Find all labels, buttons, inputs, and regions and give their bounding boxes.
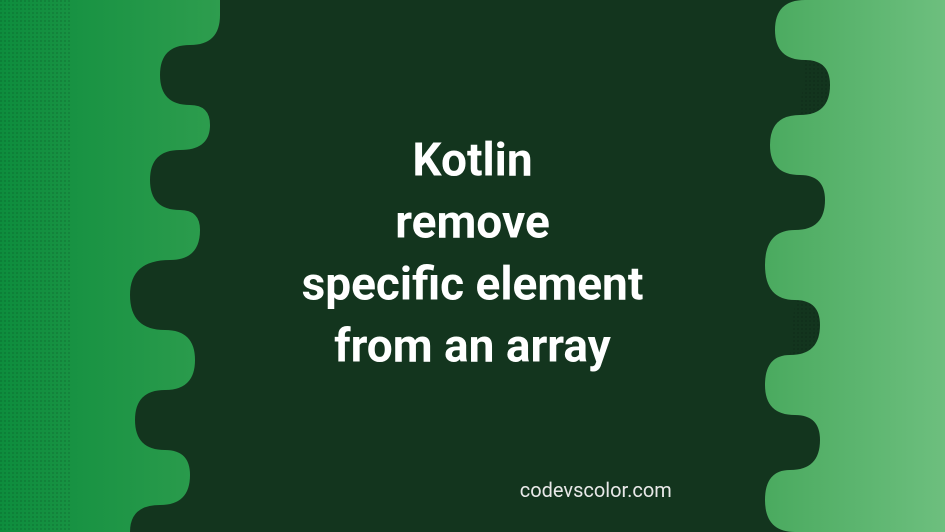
title-line-4: from an array — [123, 316, 823, 378]
title-line-2: remove — [123, 191, 823, 253]
website-label: codevscolor.com — [520, 478, 672, 502]
banner-container: Kotlin remove specific element from an a… — [0, 0, 945, 532]
title-line-1: Kotlin — [123, 129, 823, 191]
title-line-3: specific element — [123, 254, 823, 316]
banner-title: Kotlin remove specific element from an a… — [123, 129, 823, 377]
